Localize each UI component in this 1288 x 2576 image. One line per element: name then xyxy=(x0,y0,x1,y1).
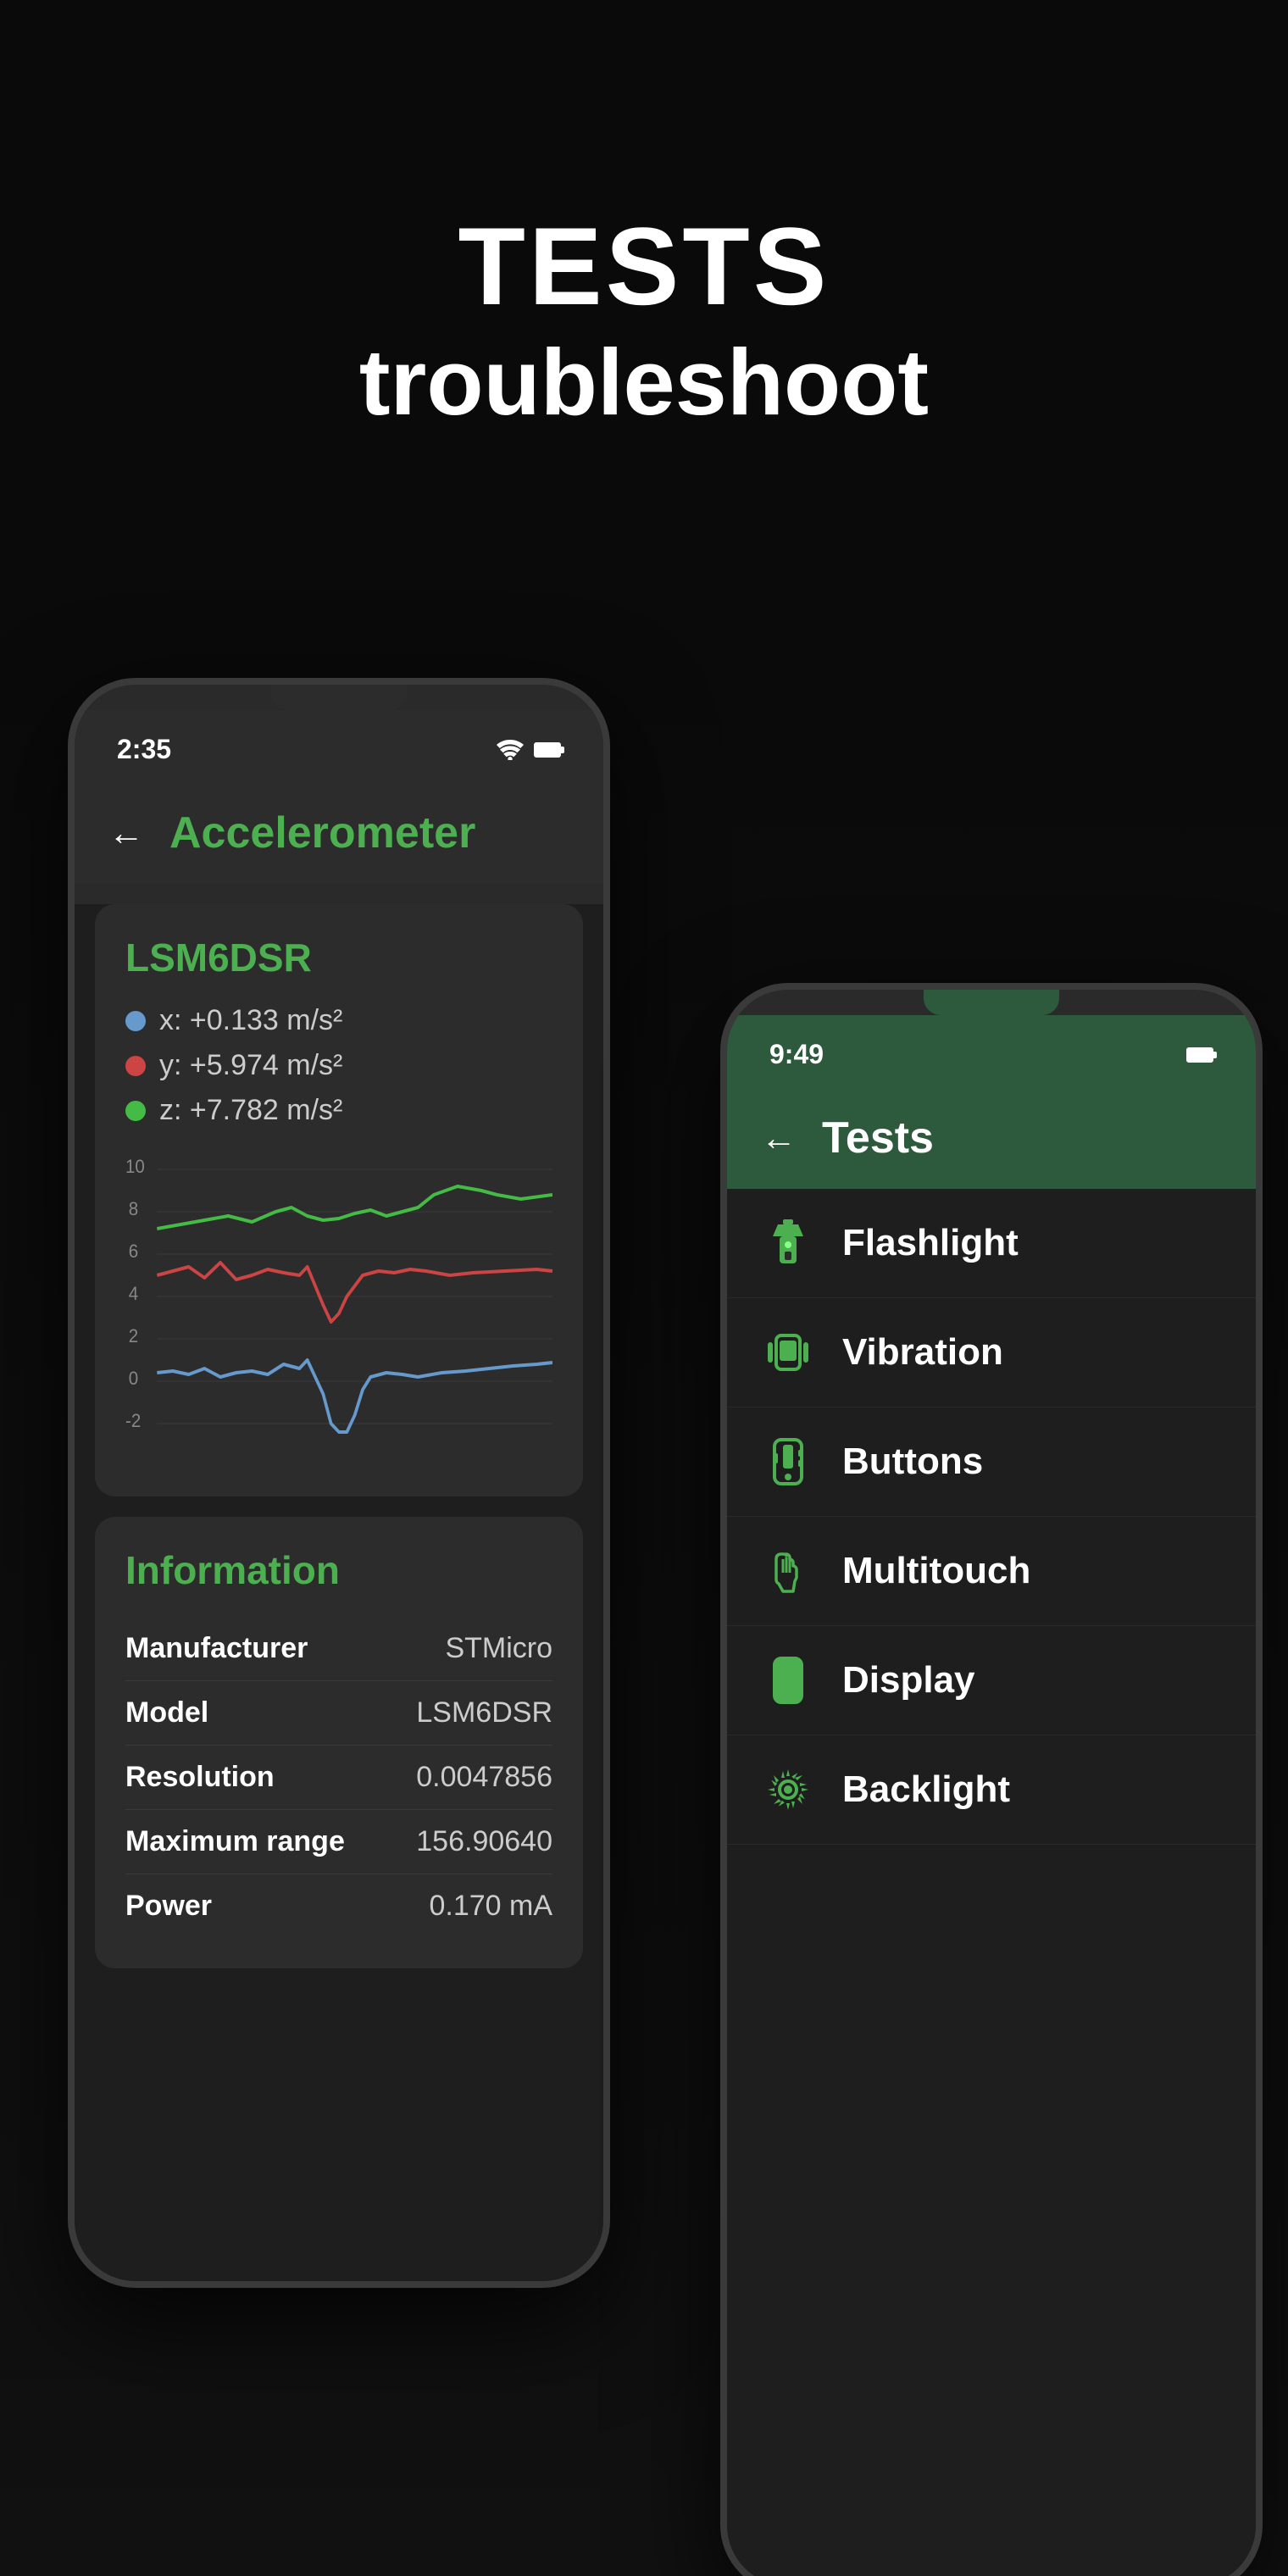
info-max-range-value: 156.90640 xyxy=(416,1825,552,1858)
wifi-icon xyxy=(497,740,524,760)
accelerometer-chart: 10 8 6 4 2 0 -2 xyxy=(125,1144,552,1466)
phone-left-appbar: ← Accelerometer xyxy=(75,782,603,884)
battery-icon-right xyxy=(1186,1047,1213,1063)
hero-title: TESTS xyxy=(458,206,830,327)
test-backlight-label: Backlight xyxy=(842,1768,1010,1811)
svg-text:8: 8 xyxy=(129,1198,138,1219)
info-manufacturer-label: Manufacturer xyxy=(125,1632,308,1665)
test-flashlight-label: Flashlight xyxy=(842,1222,1019,1264)
info-model-row: Model LSM6DSR xyxy=(125,1681,552,1746)
sensor-x-value: x: +0.133 m/s² xyxy=(159,1004,342,1037)
dot-y xyxy=(125,1056,146,1076)
sensor-y-row: y: +5.974 m/s² xyxy=(125,1049,552,1082)
tests-list: Flashlight Vibration xyxy=(727,1189,1256,2576)
phone-left-notch xyxy=(271,685,407,710)
hero-section: TESTS troubleshoot xyxy=(0,0,1288,644)
info-model-value: LSM6DSR xyxy=(416,1696,552,1729)
test-item-buttons[interactable]: Buttons xyxy=(727,1407,1256,1517)
flashlight-icon xyxy=(764,1219,812,1267)
sensor-card: LSM6DSR x: +0.133 m/s² y: +5.974 m/s² z:… xyxy=(95,904,583,1496)
battery-icon-left xyxy=(534,742,561,758)
phone-right-status-bar: 9:49 xyxy=(727,1015,1256,1087)
info-power-value: 0.170 mA xyxy=(429,1890,552,1923)
svg-text:10: 10 xyxy=(125,1156,145,1177)
phone-left-status-bar: 2:35 xyxy=(75,710,603,782)
test-item-vibration[interactable]: Vibration xyxy=(727,1298,1256,1407)
chart-svg: 10 8 6 4 2 0 -2 xyxy=(125,1144,552,1466)
buttons-icon xyxy=(764,1438,812,1485)
phone-right-notch xyxy=(924,990,1059,1015)
display-icon xyxy=(764,1657,812,1704)
test-vibration-label: Vibration xyxy=(842,1331,1003,1374)
info-manufacturer-value: STMicro xyxy=(445,1632,552,1665)
phone-right-status-icons xyxy=(1186,1047,1213,1063)
phone-right-title: Tests xyxy=(822,1113,934,1163)
svg-text:-2: -2 xyxy=(125,1410,141,1431)
svg-text:0: 0 xyxy=(129,1368,138,1389)
phone-right: 9:49 ← Tests xyxy=(720,983,1263,2576)
test-item-display[interactable]: Display xyxy=(727,1626,1256,1735)
info-max-range-row: Maximum range 156.90640 xyxy=(125,1810,552,1874)
phone-right-appbar: ← Tests xyxy=(727,1087,1256,1189)
phone-left: 2:35 ← Accelerometer LSM6DSR xyxy=(68,678,610,2288)
phone-left-content: LSM6DSR x: +0.133 m/s² y: +5.974 m/s² z:… xyxy=(75,904,603,2288)
info-resolution-value: 0.0047856 xyxy=(416,1761,552,1794)
test-item-backlight[interactable]: Backlight xyxy=(727,1735,1256,1845)
sensor-x-row: x: +0.133 m/s² xyxy=(125,1004,552,1037)
back-button-right[interactable]: ← xyxy=(761,1118,797,1158)
sensor-z-value: z: +7.782 m/s² xyxy=(159,1094,342,1127)
svg-text:4: 4 xyxy=(129,1283,139,1304)
phone-left-time: 2:35 xyxy=(117,734,171,765)
sensor-y-value: y: +5.974 m/s² xyxy=(159,1049,342,1082)
vibration-icon xyxy=(764,1329,812,1376)
multitouch-icon xyxy=(764,1547,812,1595)
test-buttons-label: Buttons xyxy=(842,1441,983,1483)
svg-text:2: 2 xyxy=(129,1325,138,1346)
info-resolution-label: Resolution xyxy=(125,1761,275,1794)
info-manufacturer-row: Manufacturer STMicro xyxy=(125,1617,552,1681)
info-model-label: Model xyxy=(125,1696,208,1729)
test-item-flashlight[interactable]: Flashlight xyxy=(727,1189,1256,1298)
backlight-icon xyxy=(764,1766,812,1813)
test-item-multitouch[interactable]: Multitouch xyxy=(727,1517,1256,1626)
sensor-name: LSM6DSR xyxy=(125,935,552,980)
info-card: Information Manufacturer STMicro Model L… xyxy=(95,1517,583,1968)
sensor-values: x: +0.133 m/s² y: +5.974 m/s² z: +7.782 … xyxy=(125,1004,552,1127)
phone-left-status-icons xyxy=(497,740,561,760)
dot-z xyxy=(125,1101,146,1121)
info-power-label: Power xyxy=(125,1890,212,1923)
dot-x xyxy=(125,1011,146,1031)
phone-left-title: Accelerometer xyxy=(169,808,475,858)
back-button-left[interactable]: ← xyxy=(108,813,144,853)
test-multitouch-label: Multitouch xyxy=(842,1550,1030,1592)
info-resolution-row: Resolution 0.0047856 xyxy=(125,1746,552,1810)
hero-subtitle: troubleshoot xyxy=(359,327,929,439)
info-title: Information xyxy=(125,1547,552,1593)
svg-text:6: 6 xyxy=(129,1241,138,1262)
test-display-label: Display xyxy=(842,1659,975,1702)
info-power-row: Power 0.170 mA xyxy=(125,1874,552,1938)
sensor-z-row: z: +7.782 m/s² xyxy=(125,1094,552,1127)
info-max-range-label: Maximum range xyxy=(125,1825,345,1858)
phone-right-time: 9:49 xyxy=(769,1039,824,1070)
phones-container: 2:35 ← Accelerometer LSM6DSR xyxy=(0,644,1288,2576)
